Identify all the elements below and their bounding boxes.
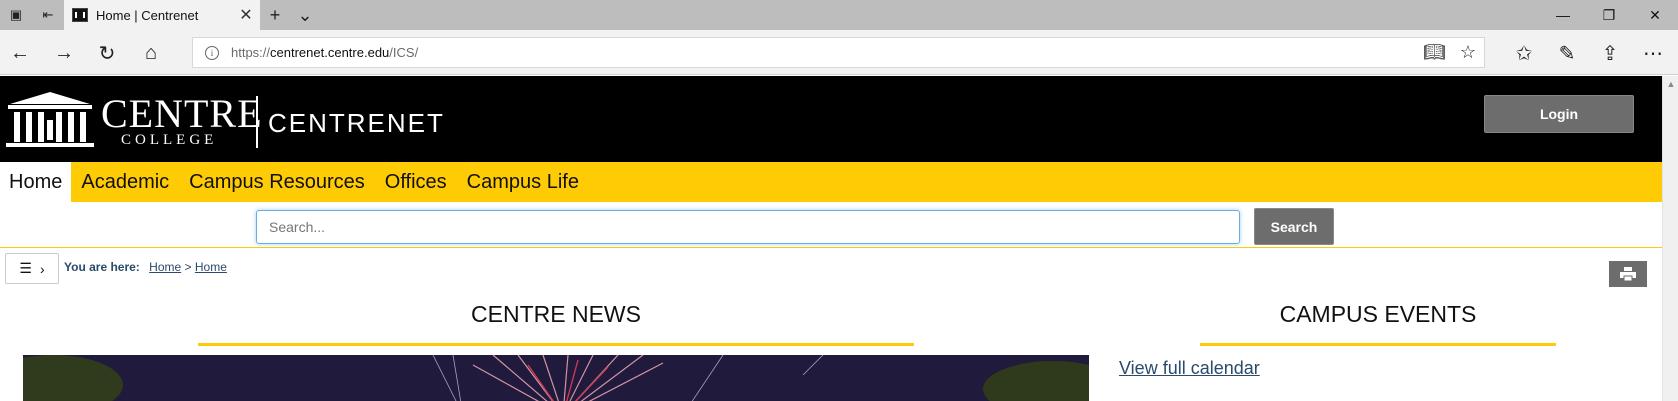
search-input[interactable] — [256, 210, 1240, 244]
url-host: centrenet.centre.edu — [270, 45, 390, 60]
news-image[interactable] — [23, 355, 1089, 401]
home-icon[interactable]: ⌂ — [135, 37, 167, 69]
news-divider — [198, 343, 914, 346]
chevron-down-icon[interactable]: ⌄ — [290, 0, 320, 30]
scroll-up-icon[interactable]: ▲ — [1663, 76, 1678, 92]
forward-icon[interactable]: → — [48, 37, 80, 69]
back-icon[interactable]: ← — [4, 37, 36, 69]
page-content: CENTRE COLLEGE CENTRENET Login Home Acad… — [0, 76, 1662, 401]
events-title: CAMPUS EVENTS — [1279, 301, 1477, 327]
close-icon[interactable]: ✕ — [238, 5, 254, 25]
logo-wordmark: CENTRE COLLEGE — [101, 91, 263, 149]
news-title: CENTRE NEWS — [471, 301, 641, 327]
print-button[interactable] — [1609, 261, 1647, 287]
page-toolbar: ☰ › You are here: Home > Home — [0, 248, 1662, 288]
browser-tab[interactable]: Home | Centrenet ✕ — [64, 0, 260, 30]
window-controls: — ❐ ✕ — [1540, 0, 1678, 30]
site-header: CENTRE COLLEGE CENTRENET Login — [0, 76, 1662, 162]
nav-item-home[interactable]: Home — [0, 162, 72, 202]
nav-item-campus-life[interactable]: Campus Life — [457, 162, 589, 202]
url-scheme: https:// — [231, 45, 271, 60]
site-name: CENTRENET — [268, 108, 445, 138]
sidebar-toggle-button[interactable]: ☰ › — [5, 253, 59, 284]
logo-wordmark-text: CENTRE — [101, 91, 263, 136]
breadcrumb: You are here: Home > Home — [64, 260, 227, 274]
nav-item-academic[interactable]: Academic — [71, 162, 179, 202]
notes-icon[interactable]: ✎ — [1551, 37, 1583, 69]
building-logo-icon — [6, 92, 94, 147]
address-bar[interactable]: i https://centrenet.centre.edu/ICS/ 📖︎ ☆ — [192, 37, 1485, 68]
login-button[interactable]: Login — [1484, 95, 1634, 133]
search-row: Search — [0, 202, 1662, 248]
site-logo[interactable]: CENTRE COLLEGE CENTRENET — [6, 88, 443, 150]
view-calendar-link[interactable]: View full calendar — [1119, 358, 1260, 379]
refresh-icon[interactable]: ↻ — [91, 37, 123, 69]
minimize-icon[interactable]: — — [1540, 0, 1586, 30]
close-window-icon[interactable]: ✕ — [1632, 0, 1678, 30]
url-path: /ICS/ — [389, 45, 419, 60]
print-icon — [1620, 267, 1636, 281]
set-aside-icon[interactable]: ⇤ — [32, 0, 64, 30]
favicon-icon — [72, 8, 88, 22]
breadcrumb-separator: > — [184, 260, 192, 274]
favorites-icon[interactable]: ✩ — [1508, 37, 1540, 69]
breadcrumb-link[interactable]: Home — [149, 260, 181, 274]
browser-tab-bar: ▣ ⇤ Home | Centrenet ✕ + ⌄ — ❐ ✕ — [0, 0, 1678, 30]
search-button[interactable]: Search — [1254, 208, 1334, 245]
more-icon[interactable]: ⋯ — [1637, 37, 1669, 69]
share-icon[interactable]: ⇪ — [1594, 37, 1626, 69]
browser-nav-bar: ← → ↻ ⌂ i https://centrenet.centre.edu/I… — [0, 30, 1678, 75]
main-nav: Home Academic Campus Resources Offices C… — [0, 162, 1662, 202]
events-divider — [1200, 343, 1556, 346]
favorite-star-icon[interactable]: ☆ — [1460, 42, 1476, 63]
page-scrollbar[interactable]: ▲ — [1662, 76, 1678, 401]
restore-icon[interactable]: ❐ — [1586, 0, 1632, 30]
tab-list-icon[interactable]: ▣ — [0, 0, 32, 30]
hamburger-icon: ☰ — [19, 260, 32, 276]
fireworks-image — [23, 355, 1089, 401]
reading-view-icon[interactable]: 📖︎ — [1423, 42, 1446, 63]
nav-item-campus-resources[interactable]: Campus Resources — [179, 162, 375, 202]
logo-divider — [256, 96, 258, 148]
breadcrumb-link[interactable]: Home — [195, 260, 227, 274]
new-tab-icon[interactable]: + — [260, 0, 290, 30]
breadcrumb-label: You are here: — [64, 260, 140, 274]
chevron-right-icon: › — [39, 260, 45, 277]
info-icon[interactable]: i — [205, 45, 219, 60]
nav-item-offices[interactable]: Offices — [375, 162, 457, 202]
tab-title: Home | Centrenet — [96, 7, 199, 23]
